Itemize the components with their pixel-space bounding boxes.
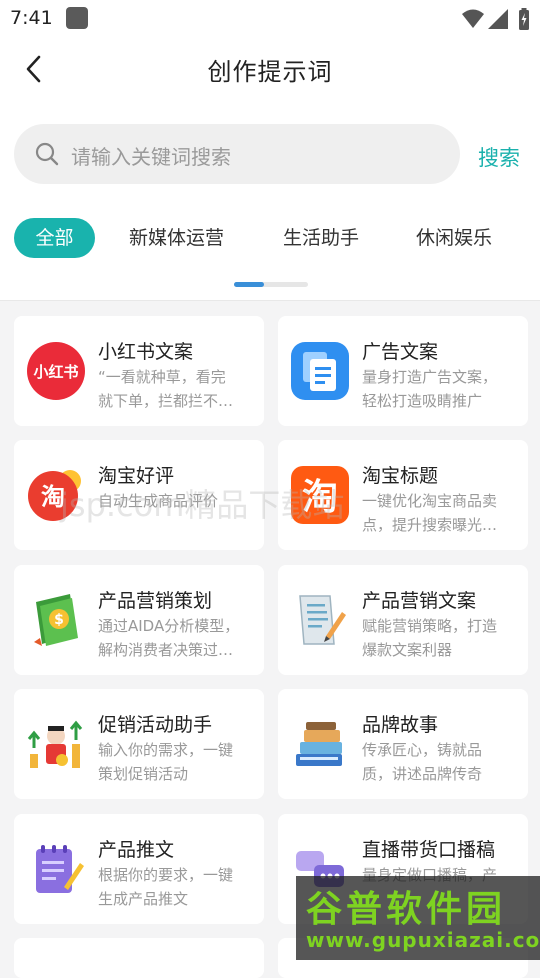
card-title: 产品营销文案 [362,590,477,612]
card-description: “一看就种草，看完 就下单，拦都拦不… [98,368,234,410]
card-description: 一键优化淘宝商品卖 点，提升搜索曝光… [362,492,498,534]
card-title: 品牌故事 [362,714,439,736]
search-button[interactable]: 搜索 [478,142,520,172]
scroll-pen-icon [299,595,346,645]
card-description: 通过AIDA分析模型， 解构消费者决策过… [98,617,240,659]
tab-life-assistant[interactable]: 生活助手 [283,218,359,258]
money-book-icon: $ [34,594,78,646]
card-title: 产品推文 [98,839,175,861]
svg-text:$: $ [54,612,64,628]
card-description: 量身打造广告文案， 轻松打造吸睛推广 [362,368,498,410]
brand-logo-overlay: 谷普软件园 www.gupuxiazai.com [296,876,540,960]
wifi-icon [462,9,484,28]
watermark: jsp.com精品下载站 [60,486,345,524]
card-title: 淘宝标题 [362,465,439,487]
tab-scroll-indicator [234,282,308,287]
card-ad-copy[interactable]: 广告文案 量身打造广告文案， 轻松打造吸睛推广 [278,316,528,426]
app-header: 创作提示词 [0,38,540,102]
notepad-icon [36,845,84,893]
search-input[interactable]: 请输入关键词搜索 [14,124,460,184]
status-bar: 7:41 [0,0,540,38]
search-placeholder: 请输入关键词搜索 [71,145,231,169]
card-promotion[interactable]: 促销活动助手 输入你的需求，一键 策划促销活动 [14,689,264,799]
card-title: 小红书文案 [98,341,194,363]
card-title: 广告文案 [362,341,439,363]
notification-icon [66,7,88,29]
tab-leisure[interactable]: 休闲娱乐 [416,218,492,258]
card-title: 直播带货口播稿 [362,839,496,861]
category-tabs: 全部 新媒体运营 生活助手 休闲娱乐 [0,202,540,301]
search-area: 请输入关键词搜索 搜索 [0,102,540,202]
books-icon [296,722,342,766]
battery-icon [519,8,529,30]
card-brand-story[interactable]: 品牌故事 传承匠心，铸就品 质，讲述品牌传奇 [278,689,528,799]
card-description: 根据你的要求，一键 生成产品推文 [98,866,234,908]
promotion-icon [27,720,83,768]
document-copy-icon [291,342,349,400]
card-title: 促销活动助手 [98,714,213,736]
search-icon [35,142,59,166]
xiaohongshu-icon: 小红书 [27,342,85,400]
card-partial[interactable] [14,938,264,978]
tab-all[interactable]: 全部 [14,218,95,258]
card-product-post[interactable]: 产品推文 根据你的要求，一键 生成产品推文 [14,814,264,924]
xiaohongshu-icon-text: 小红书 [33,363,78,381]
card-marketing-copy[interactable]: 产品营销文案 赋能营销策略，打造 爆款文案利器 [278,565,528,675]
tab-new-media[interactable]: 新媒体运营 [129,218,224,258]
cell-signal-icon [488,9,508,29]
card-description: 赋能营销策略，打造 爆款文案利器 [362,617,498,659]
status-time: 7:41 [10,7,53,29]
card-title: 产品营销策划 [98,590,213,612]
card-description: 传承匠心，铸就品 质，讲述品牌传奇 [362,741,483,783]
page-title: 创作提示词 [207,58,333,86]
brand-logo-url: www.gupuxiazai.com [306,928,540,952]
card-xiaohongshu[interactable]: 小红书 小红书文案 “一看就种草，看完 就下单，拦都拦不… [14,316,264,426]
brand-logo-title: 谷普软件园 [306,889,507,930]
card-marketing-plan[interactable]: $ 产品营销策划 通过AIDA分析模型， 解构消费者决策过… [14,565,264,675]
card-description: 输入你的需求，一键 策划促销活动 [98,741,234,783]
